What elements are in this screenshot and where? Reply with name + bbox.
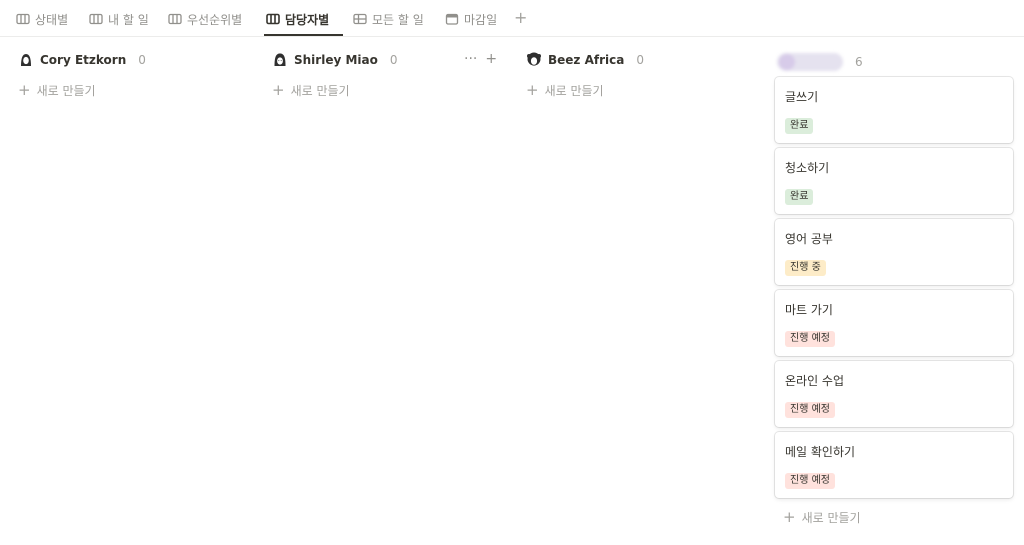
board-view-icon xyxy=(168,13,182,25)
tab-by-status[interactable]: 상태별 xyxy=(16,9,68,29)
board-view-icon xyxy=(89,13,103,25)
calendar-view-icon xyxy=(445,13,459,25)
tab-all-tasks[interactable]: 모든 할 일 xyxy=(353,9,424,29)
person-avatar-icon xyxy=(527,52,541,66)
tab-label: 우선순위별 xyxy=(187,12,243,27)
status-badge: 완료 xyxy=(785,189,814,205)
card-title: 온라인 수업 xyxy=(785,374,845,388)
tab-label: 내 할 일 xyxy=(108,12,149,27)
board-view-icon xyxy=(266,13,280,25)
status-badge: 진행 예정 xyxy=(785,402,835,418)
new-card-button[interactable]: + 새로 만들기 xyxy=(783,508,861,526)
card-title: 청소하기 xyxy=(785,161,830,175)
tab-by-assignee[interactable]: 담당자별 xyxy=(266,9,329,29)
person-avatar-icon xyxy=(274,53,286,66)
board-column-hidden-assignee: 6 xyxy=(777,50,1017,74)
card-title: 마트 가기 xyxy=(785,303,833,317)
status-badge: 완료 xyxy=(785,118,814,134)
tab-label: 모든 할 일 xyxy=(372,12,424,27)
new-card-button[interactable]: + 새로 만들기 xyxy=(526,81,766,99)
assignee-name: Cory Etzkorn xyxy=(40,53,127,67)
board-view-icon xyxy=(16,13,30,25)
new-card-button[interactable]: + 새로 만들기 xyxy=(272,81,512,99)
new-card-label: 새로 만들기 xyxy=(801,510,861,525)
column-header: Cory Etzkorn 0 xyxy=(18,48,258,72)
add-card-icon[interactable]: + xyxy=(485,50,497,68)
person-avatar-icon xyxy=(21,54,31,66)
column-header: 6 xyxy=(777,50,1017,74)
task-card[interactable]: 영어 공부 진행 중 xyxy=(775,219,1013,285)
active-tab-indicator xyxy=(264,34,343,36)
task-card[interactable]: 마트 가기 진행 예정 xyxy=(775,290,1013,356)
tab-due-date[interactable]: 마감일 xyxy=(445,9,497,29)
tab-by-priority[interactable]: 우선순위별 xyxy=(168,9,242,29)
card-count: 0 xyxy=(636,53,644,67)
tab-label: 상태별 xyxy=(35,12,69,27)
new-card-button[interactable]: + 새로 만들기 xyxy=(18,81,258,99)
card-count: 6 xyxy=(855,55,863,69)
plus-icon: + xyxy=(526,80,539,99)
assignee-name: Beez Africa xyxy=(548,53,625,67)
plus-icon: + xyxy=(18,80,31,99)
column-header: Beez Africa 0 xyxy=(526,48,766,72)
status-badge: 진행 중 xyxy=(785,260,826,276)
task-card[interactable]: 글쓰기 완료 xyxy=(775,77,1013,143)
add-view-button[interactable]: + xyxy=(514,8,527,28)
board-column-shirley: Shirley Miao 0 ··· + + 새로 만들기 xyxy=(272,48,512,99)
card-count: 0 xyxy=(138,53,146,67)
plus-icon: + xyxy=(783,507,796,526)
tab-my-tasks[interactable]: 내 할 일 xyxy=(89,9,149,29)
new-card-label: 새로 만들기 xyxy=(36,83,96,98)
column-tools: ··· + xyxy=(464,50,497,68)
more-options-icon[interactable]: ··· xyxy=(464,50,477,68)
assignee-name: Shirley Miao xyxy=(294,53,378,67)
tab-label: 마감일 xyxy=(464,12,498,27)
task-card[interactable]: 메일 확인하기 진행 예정 xyxy=(775,432,1013,498)
status-badge: 진행 예정 xyxy=(785,473,835,489)
task-card[interactable]: 온라인 수업 진행 예정 xyxy=(775,361,1013,427)
view-tabs: 상태별 내 할 일 우선순위별 담당자별 모든 할 일 마감일 + xyxy=(0,0,1024,37)
status-badge: 진행 예정 xyxy=(785,331,835,347)
plus-icon: + xyxy=(272,80,285,99)
task-card[interactable]: 청소하기 완료 xyxy=(775,148,1013,214)
card-title: 영어 공부 xyxy=(785,232,833,246)
new-card-label: 새로 만들기 xyxy=(290,83,350,98)
new-card-label: 새로 만들기 xyxy=(544,83,604,98)
tab-label: 담당자별 xyxy=(285,12,330,27)
blurred-avatar xyxy=(777,53,843,71)
card-title: 글쓰기 xyxy=(785,90,819,104)
board-column-cory: Cory Etzkorn 0 + 새로 만들기 xyxy=(18,48,258,99)
table-view-icon xyxy=(353,13,367,25)
card-title: 메일 확인하기 xyxy=(785,445,856,459)
card-count: 0 xyxy=(389,53,398,67)
board-column-beez: Beez Africa 0 + 새로 만들기 xyxy=(526,48,766,99)
